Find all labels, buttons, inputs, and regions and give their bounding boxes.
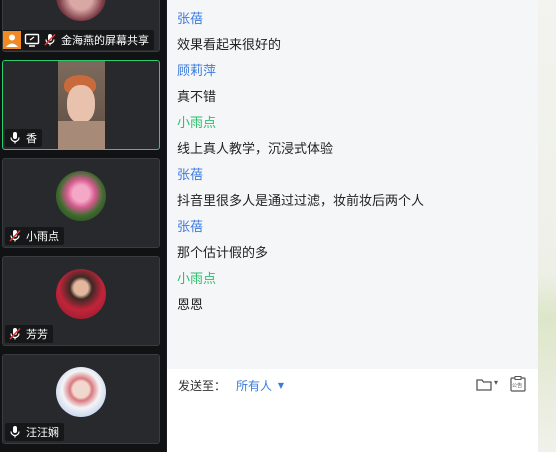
participant-video [58, 61, 105, 149]
user-icon [3, 31, 21, 49]
message-sender: 张蓓 [177, 12, 204, 27]
background-edge [538, 0, 556, 452]
chat-message-list[interactable]: 张蓓 效果看起来很好的 顾莉萍 真不错 小雨点 线上真人教学，沉浸式体验 张蓓 … [167, 0, 538, 369]
dropdown-arrow-icon: ▼ [277, 381, 284, 390]
message-text: 线上真人教学，沉浸式体验 [177, 142, 334, 157]
participant-name: 香 [26, 132, 37, 145]
send-to-label: 发送至： [178, 379, 227, 393]
message-sender: 张蓓 [177, 220, 204, 235]
participant-name-bar: 小雨点 [5, 227, 64, 245]
folder-icon[interactable] [475, 375, 493, 393]
mic-icon [8, 425, 22, 439]
send-to-dropdown[interactable]: 所有人 ▼ [236, 377, 284, 394]
participant-tile-fangfang[interactable]: 芳芳 [2, 256, 160, 346]
participant-tile-screen-share[interactable]: 金海燕的屏幕共享 [2, 0, 160, 52]
avatar [56, 367, 106, 417]
participant-tile-xiaoyudian[interactable]: 小雨点 [2, 158, 160, 248]
avatar [56, 269, 106, 319]
mic-muted-icon [43, 33, 57, 47]
participant-tile-wangwangxian[interactable]: 汪汪娴 [2, 354, 160, 444]
participant-name-bar: 金海燕的屏幕共享 [3, 30, 154, 50]
participant-name-bar: 香 [5, 129, 42, 147]
message-text: 恩恩 [177, 298, 204, 313]
mic-muted-icon [8, 229, 22, 243]
participant-name: 汪汪娴 [26, 426, 59, 439]
message-sender: 小雨点 [177, 272, 217, 287]
screen-share-icon [24, 32, 40, 48]
participant-name-bar: 芳芳 [5, 325, 53, 343]
message-sender: 张蓓 [177, 168, 204, 183]
message-text: 真不错 [177, 90, 217, 105]
participant-name: 小雨点 [26, 230, 59, 243]
mic-muted-icon [8, 327, 22, 341]
chevron-down-icon[interactable]: ▾ [494, 378, 498, 387]
notice-icon-text: 公告 [512, 382, 523, 389]
message-text: 效果看起来很好的 [177, 38, 282, 53]
send-to-target: 所有人 [236, 379, 273, 393]
participant-name: 芳芳 [26, 328, 48, 341]
message-sender: 小雨点 [177, 116, 217, 131]
notice-board-icon[interactable]: 公告 [509, 375, 527, 393]
participant-name-bar: 汪汪娴 [5, 423, 64, 441]
message-text: 那个估计假的多 [177, 246, 269, 261]
participant-tile-xiang[interactable]: 香 [2, 60, 160, 150]
chat-composer[interactable]: 发送至： 所有人 ▼ ▾ 公告 [167, 369, 538, 452]
avatar [56, 171, 106, 221]
message-text: 抖音里很多人是通过过滤，妆前妆后两个人 [177, 194, 425, 209]
participant-list: 金海燕的屏幕共享 香 小雨点 芳芳 汪汪娴 [0, 0, 166, 452]
message-sender: 顾莉萍 [177, 64, 217, 79]
mic-icon [8, 131, 22, 145]
avatar [56, 0, 106, 21]
participant-name: 金海燕的屏幕共享 [61, 34, 149, 47]
